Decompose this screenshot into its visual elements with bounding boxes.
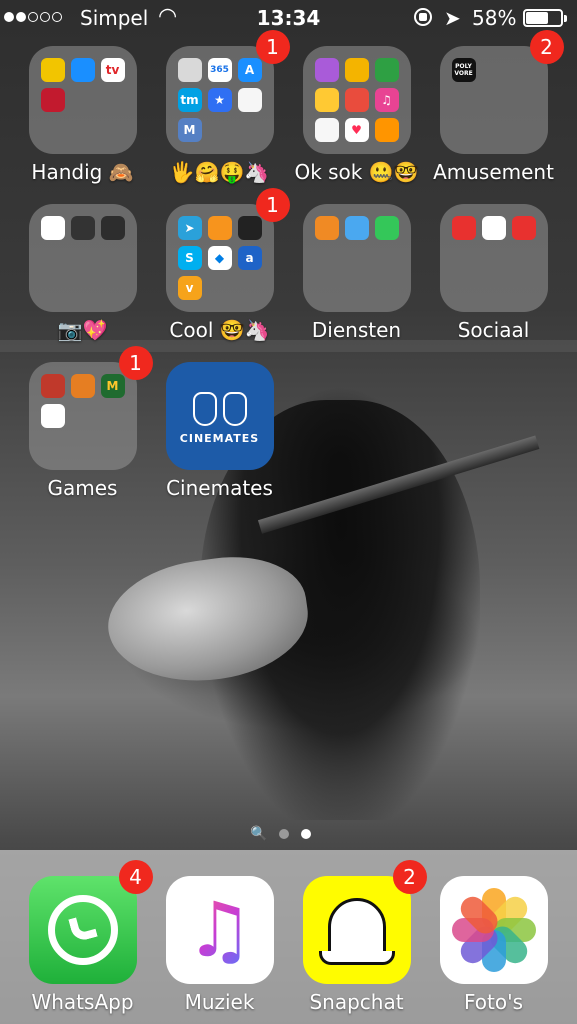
folder-icon: ♫ ♥: [302, 46, 411, 154]
folder-ok-sok[interactable]: ♫ ♥ Ok sok 🤐🤓: [288, 46, 425, 184]
folder-amusement[interactable]: POLY VORE 2 Amusement: [425, 30, 564, 184]
folder-icon: tv: [28, 46, 137, 154]
folder-cool[interactable]: ➤ S ◆ a v 1 Cool 🤓🦄: [151, 188, 290, 342]
musically-icon: [40, 404, 65, 428]
photo-booth-icon: [100, 216, 125, 240]
home-screen-grid: tv Handig 🙈 365 A tm ★ M 1 🖐🤗🤑🦄 ♫ ♥ Ok s…: [0, 0, 577, 850]
dock: 4 WhatsApp ♫ Muziek 2 Snapchat Foto's: [0, 850, 577, 1024]
tm-app-icon: tm: [177, 88, 202, 112]
candy-game-icon: [70, 374, 95, 398]
m-app-icon: M: [177, 118, 202, 142]
a-app-icon: a: [237, 246, 262, 270]
snapchat-ghost-icon: 2: [302, 860, 427, 984]
app-label: Amusement: [433, 160, 554, 184]
app-label: Sociaal: [457, 318, 530, 342]
shazam-icon: [70, 58, 95, 82]
telegram-icon: ➤: [177, 216, 202, 240]
music-note-icon: ♫: [165, 876, 274, 984]
q-app-icon: [451, 216, 476, 240]
contacts-icon: [177, 58, 202, 82]
polyvore-icon: POLY VORE: [451, 58, 476, 82]
app-label: Cool 🤓🦄: [169, 318, 270, 342]
folder-icon: [302, 204, 411, 312]
game-icon: [40, 374, 65, 398]
calendar-365-icon: 365: [207, 58, 232, 82]
reminders-icon: [314, 118, 339, 142]
skype-icon: S: [177, 246, 202, 270]
v-app-icon: v: [177, 276, 202, 300]
imovie-star-icon: ★: [207, 88, 232, 112]
calculator-icon: [314, 216, 339, 240]
folder-icon: ◉: [28, 204, 137, 312]
app-label: Snapchat: [309, 990, 404, 1014]
podcasts-icon: [314, 58, 339, 82]
notification-badge: 1: [255, 188, 290, 222]
app-label: Handig 🙈: [31, 160, 134, 184]
app-whatsapp[interactable]: 4 WhatsApp: [14, 860, 153, 1014]
folder-icon: ➤ S ◆ a v 1: [165, 188, 290, 312]
folder-diensten[interactable]: Diensten: [288, 204, 425, 342]
buienradar-icon: [40, 88, 65, 112]
app-muziek[interactable]: ♫ Muziek: [151, 876, 288, 1014]
app-label: Foto's: [463, 990, 524, 1014]
tv-app-icon: tv: [100, 58, 125, 82]
notification-badge: 1: [255, 30, 290, 64]
folder-emoji-1[interactable]: 365 A tm ★ M 1 🖐🤗🤑🦄: [151, 30, 290, 184]
notification-badge: 4: [118, 860, 153, 894]
kik-icon: [237, 216, 262, 240]
app-fotos[interactable]: Foto's: [425, 876, 562, 1014]
folder-icon: M 1: [28, 346, 153, 470]
mcdonalds-icon: M: [100, 374, 125, 398]
page-dot-active: [301, 829, 312, 839]
folder-icon: [439, 204, 548, 312]
aliexpress-icon: [511, 216, 536, 240]
notes-icon: [237, 88, 262, 112]
wunderlist-icon: [207, 216, 232, 240]
app-snapchat[interactable]: 2 Snapchat: [288, 860, 427, 1014]
app-label: Diensten: [311, 318, 402, 342]
cinemates-icon: CINEMATES: [165, 362, 274, 470]
notification-badge: 2: [392, 860, 427, 894]
page-dot: [279, 829, 290, 839]
folder-games[interactable]: M 1 Games: [14, 346, 153, 500]
facetime-icon: [374, 216, 399, 240]
camera-icon: ◉: [40, 216, 65, 240]
app-label: Games: [47, 476, 118, 500]
app-cinemates[interactable]: CINEMATES Cinemates: [151, 362, 288, 500]
cinemates-brand-text: CINEMATES: [179, 431, 260, 445]
spotlight-search-icon: 🔍: [250, 826, 268, 842]
notification-badge: 2: [529, 30, 564, 64]
find-friends-icon: [344, 58, 369, 82]
dropbox-icon: ◆: [207, 246, 232, 270]
lens-app-icon: [70, 216, 95, 240]
notification-badge: 1: [118, 346, 153, 380]
ns-app-icon: [40, 58, 65, 82]
folder-handig[interactable]: tv Handig 🙈: [14, 46, 151, 184]
periscope-icon: [481, 216, 506, 240]
find-iphone-icon: [374, 58, 399, 82]
app-label: Muziek: [184, 990, 255, 1014]
itunes-store-icon: ♫: [374, 88, 399, 112]
folder-camera[interactable]: ◉ 📷💖: [14, 204, 151, 342]
folder-icon: 365 A tm ★ M 1: [165, 30, 290, 154]
folder-sociaal[interactable]: Sociaal: [425, 204, 562, 342]
page-indicator[interactable]: 🔍: [250, 826, 312, 842]
whatsapp-icon: 4: [28, 860, 153, 984]
game-center-icon: [344, 88, 369, 112]
photos-flower-icon: [439, 876, 548, 984]
app-label: Cinemates: [166, 476, 273, 500]
tips-icon: [314, 88, 339, 112]
weather-icon: [344, 216, 369, 240]
app-store-icon: A: [237, 58, 262, 82]
folder-icon: POLY VORE 2: [439, 30, 564, 154]
app-label: Ok sok 🤐🤓: [294, 160, 419, 184]
app-label: WhatsApp: [31, 990, 134, 1014]
app-label: 📷💖: [57, 318, 108, 342]
ibooks-icon: [374, 118, 399, 142]
app-label: 🖐🤗🤑🦄: [169, 160, 270, 184]
health-icon: ♥: [344, 118, 369, 142]
